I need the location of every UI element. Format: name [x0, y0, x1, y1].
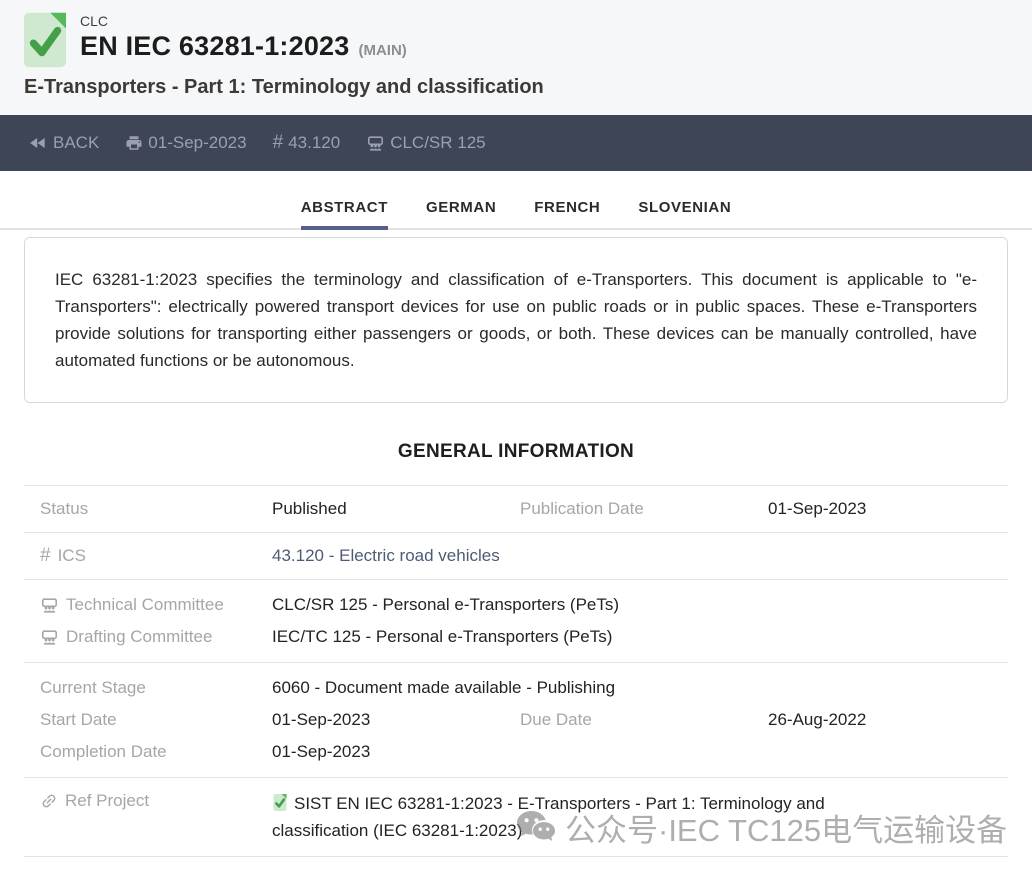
groups-icon: [40, 596, 59, 615]
ics-value-link[interactable]: 43.120 - Electric road vehicles: [272, 545, 1008, 567]
ref-project-link[interactable]: SIST EN IEC 63281-1:2023 - E-Transporter…: [272, 790, 890, 844]
drafting-committee-label-text: Drafting Committee: [66, 624, 212, 650]
status-label: Status: [40, 498, 272, 520]
completion-date-label: Completion Date: [40, 739, 272, 765]
abstract-panel: IEC 63281-1:2023 specifies the terminolo…: [24, 237, 1008, 403]
table-row-status: Status Published Publication Date 01-Sep…: [24, 485, 1008, 532]
header-text: CLC EN IEC 63281-1:2023 (MAIN): [80, 12, 407, 62]
due-date-label: Due Date: [520, 707, 768, 733]
general-information-heading: GENERAL INFORMATION: [0, 441, 1032, 463]
current-stage-label: Current Stage: [40, 675, 272, 701]
ics-chip: # 43.120: [273, 132, 341, 154]
ics-label: # ICS: [40, 545, 272, 567]
groups-icon: [40, 628, 59, 647]
technical-committee-label: Technical Committee: [40, 592, 272, 618]
status-value: Published: [272, 498, 520, 520]
drafting-committee-label: Drafting Committee: [40, 624, 272, 650]
abstract-text: IEC 63281-1:2023 specifies the terminolo…: [55, 270, 977, 370]
page-title: EN IEC 63281-1:2023: [80, 31, 349, 62]
hash-icon: #: [273, 132, 284, 154]
drafting-committee-value: IEC/TC 125 - Personal e-Transporters (Pe…: [272, 624, 1008, 650]
ref-project-link-text: SIST EN IEC 63281-1:2023 - E-Transporter…: [272, 794, 825, 840]
tab-german[interactable]: GERMAN: [426, 199, 496, 230]
ics-code: 43.120: [288, 133, 340, 153]
document-check-icon: [24, 12, 66, 68]
document-subtitle: E-Transporters - Part 1: Terminology and…: [24, 76, 1008, 99]
tab-french[interactable]: FRENCH: [534, 199, 600, 230]
publication-date-value: 01-Sep-2023: [768, 498, 1008, 520]
organization-label: CLC: [80, 13, 407, 29]
publication-date: 01-Sep-2023: [148, 133, 246, 153]
document-check-icon: [272, 794, 288, 811]
groups-icon: [366, 134, 385, 153]
header-title-block: CLC EN IEC 63281-1:2023 (MAIN): [24, 12, 1008, 68]
ref-project-label-text: Ref Project: [65, 790, 149, 812]
table-row-stage: Current Stage 6060 - Document made avail…: [24, 662, 1008, 777]
page-header: CLC EN IEC 63281-1:2023 (MAIN) E-Transpo…: [0, 0, 1032, 115]
printer-icon: [125, 134, 143, 152]
tab-abstract[interactable]: ABSTRACT: [301, 199, 388, 230]
general-information-table: Status Published Publication Date 01-Sep…: [24, 485, 1008, 857]
table-row-ref-project: Ref Project SIST EN IEC 63281-1:2023 - E…: [24, 777, 1008, 856]
table-row-committees: Technical Committee CLC/SR 125 - Persona…: [24, 579, 1008, 662]
committee-code: CLC/SR 125: [390, 133, 485, 153]
language-tabs: ABSTRACT GERMAN FRENCH SLOVENIAN: [0, 199, 1032, 230]
technical-committee-value: CLC/SR 125 - Personal e-Transporters (Pe…: [272, 592, 1008, 618]
ics-label-text: ICS: [58, 545, 86, 567]
hash-icon: #: [40, 545, 51, 567]
start-date-label: Start Date: [40, 707, 272, 733]
completion-date-value: 01-Sep-2023: [272, 739, 1008, 765]
link-icon: [40, 792, 58, 810]
publication-date-chip: 01-Sep-2023: [125, 133, 246, 153]
current-stage-value: 6060 - Document made available - Publish…: [272, 675, 1008, 701]
back-button[interactable]: BACK: [28, 133, 99, 153]
due-date-value: 26-Aug-2022: [768, 707, 1008, 733]
fast-rewind-icon: [28, 133, 48, 153]
publication-date-label: Publication Date: [520, 498, 768, 520]
ref-project-label: Ref Project: [40, 790, 272, 812]
start-date-value: 01-Sep-2023: [272, 707, 520, 733]
meta-toolbar: BACK 01-Sep-2023 # 43.120 CLC/SR 125: [0, 115, 1032, 171]
tab-slovenian[interactable]: SLOVENIAN: [638, 199, 731, 230]
title-suffix: (MAIN): [358, 42, 406, 59]
back-label: BACK: [53, 133, 99, 153]
technical-committee-label-text: Technical Committee: [66, 592, 224, 618]
table-row-ics: # ICS 43.120 - Electric road vehicles: [24, 532, 1008, 579]
committee-chip: CLC/SR 125: [366, 133, 485, 153]
